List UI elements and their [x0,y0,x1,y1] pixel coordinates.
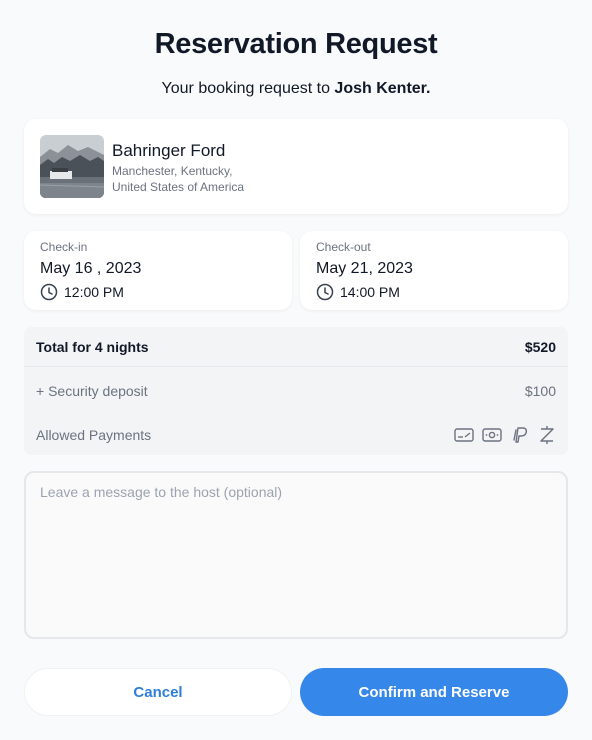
credit-card-icon [454,427,474,443]
total-row: Total for 4 nights $520 [24,327,568,367]
host-message-input[interactable] [24,471,568,639]
deposit-row: + Security deposit $100 [24,371,568,411]
checkout-card[interactable]: Check-out May 21, 2023 14:00 PM [300,231,568,310]
clock-icon [316,283,334,301]
zelle-icon [538,425,556,445]
checkin-label: Check-in [40,240,88,254]
price-summary: Total for 4 nights $520 + Security depos… [24,327,568,455]
deposit-value: $100 [524,383,556,399]
total-value: $520 [524,339,556,355]
property-card: Bahringer Ford Manchester, Kentucky, Uni… [24,119,568,214]
property-address: Manchester, Kentucky, United States of A… [112,163,332,195]
deposit-label: + Security deposit [36,383,148,399]
cancel-button[interactable]: Cancel [24,668,292,716]
clock-icon [40,283,58,301]
address-line: Manchester, Kentucky, [112,164,233,178]
checkout-time-text: 14:00 PM [340,284,400,300]
payments-row: Allowed Payments [24,415,568,455]
checkout-date: May 21, 2023 [316,260,413,277]
paypal-icon [510,426,530,444]
checkin-card[interactable]: Check-in May 16 , 2023 12:00 PM [24,231,292,310]
checkin-time-text: 12:00 PM [64,284,124,300]
booking-subtitle: Your booking request to Josh Kenter. [0,80,592,98]
subtitle-text: Your booking request to [161,80,330,97]
property-name: Bahringer Ford [112,141,226,160]
address-line: United States of America [112,180,245,194]
page-title: Reservation Request [154,28,438,60]
property-thumbnail [40,135,104,198]
checkout-label: Check-out [316,240,371,254]
summary-divider [24,366,568,367]
checkin-date: May 16 , 2023 [40,260,142,277]
host-name: Josh Kenter. [334,80,431,97]
checkout-time: 14:00 PM [316,283,400,301]
confirm-reserve-button[interactable]: Confirm and Reserve [300,668,568,716]
total-label: Total for 4 nights [36,339,149,355]
payments-label: Allowed Payments [36,427,152,443]
payment-methods [454,425,556,445]
checkin-time: 12:00 PM [40,283,124,301]
cash-icon [482,427,502,443]
